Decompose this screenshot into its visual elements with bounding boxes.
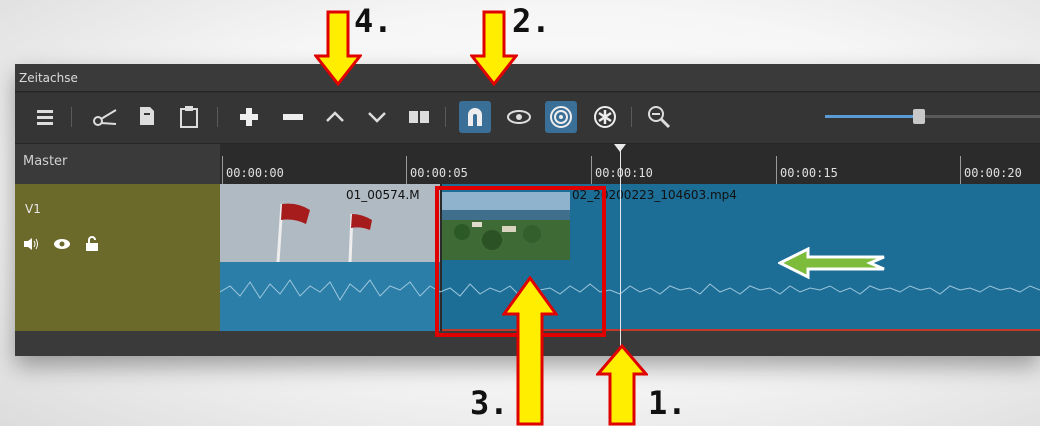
playhead-line[interactable] <box>620 146 621 356</box>
ripple-icon[interactable] <box>545 101 577 133</box>
zoom-slider-handle[interactable] <box>913 109 925 124</box>
v1-track-header[interactable]: V1 <box>15 184 220 331</box>
ruler-label: 00:00:10 <box>595 166 653 180</box>
toolbar-separator <box>217 107 218 127</box>
split-icon[interactable] <box>403 101 435 133</box>
ruler-tick <box>776 156 777 184</box>
annotation-up-arrow-icon <box>502 276 558 426</box>
ruler-label: 00:00:05 <box>410 166 468 180</box>
toolbar-separator <box>445 107 446 127</box>
paste-icon[interactable] <box>173 101 205 133</box>
annotation-label-1: 1. <box>648 384 687 422</box>
zoom-out-icon[interactable] <box>643 101 675 133</box>
timeline-toolbar <box>15 93 1040 144</box>
overwrite-icon[interactable] <box>361 101 393 133</box>
green-left-arrow-icon <box>778 246 885 280</box>
ruler-label: 00:00:00 <box>226 166 284 180</box>
annotation-label-3: 3. <box>470 384 509 422</box>
mute-icon[interactable] <box>23 237 39 251</box>
cut-icon[interactable] <box>89 101 121 133</box>
lock-icon[interactable] <box>85 236 99 252</box>
clip-1-name: 01_00574.M <box>346 188 420 202</box>
toolbar-separator <box>71 107 72 127</box>
copy-icon[interactable] <box>131 101 163 133</box>
lift-icon[interactable] <box>319 101 351 133</box>
remove-icon[interactable] <box>277 101 309 133</box>
append-icon[interactable] <box>233 101 265 133</box>
snap-icon[interactable] <box>459 101 491 133</box>
master-label: Master <box>23 154 68 169</box>
v1-track[interactable]: 01_00574.M 02_20200223_104603.mp4 <box>220 184 1040 331</box>
zoom-slider-fill <box>825 115 920 118</box>
audio-waveform <box>220 262 1040 328</box>
hide-icon[interactable] <box>53 238 71 250</box>
ruler-tick <box>222 156 223 184</box>
ruler-tick <box>406 156 407 184</box>
track-controls <box>23 236 99 252</box>
annotation-label-4: 4. <box>354 2 393 40</box>
timecode-ruler[interactable]: 00:00:00 00:00:05 00:00:10 00:00:15 00:0… <box>220 144 1040 184</box>
annotation-down-arrow-icon <box>470 10 518 86</box>
menu-icon[interactable] <box>29 101 61 133</box>
ruler-label: 00:00:15 <box>780 166 838 180</box>
toolbar-separator <box>631 107 632 127</box>
ruler-tick <box>591 156 592 184</box>
ripple-all-icon[interactable] <box>589 101 621 133</box>
annotation-up-arrow-icon <box>596 344 648 426</box>
master-track-header: Master <box>15 144 220 184</box>
annotation-label-2: 2. <box>512 2 551 40</box>
ruler-label: 00:00:20 <box>964 166 1022 180</box>
panel-title: Zeitachse <box>15 64 1040 92</box>
v1-label: V1 <box>25 202 41 216</box>
ruler-tick <box>960 156 961 184</box>
scrub-icon[interactable] <box>503 101 535 133</box>
